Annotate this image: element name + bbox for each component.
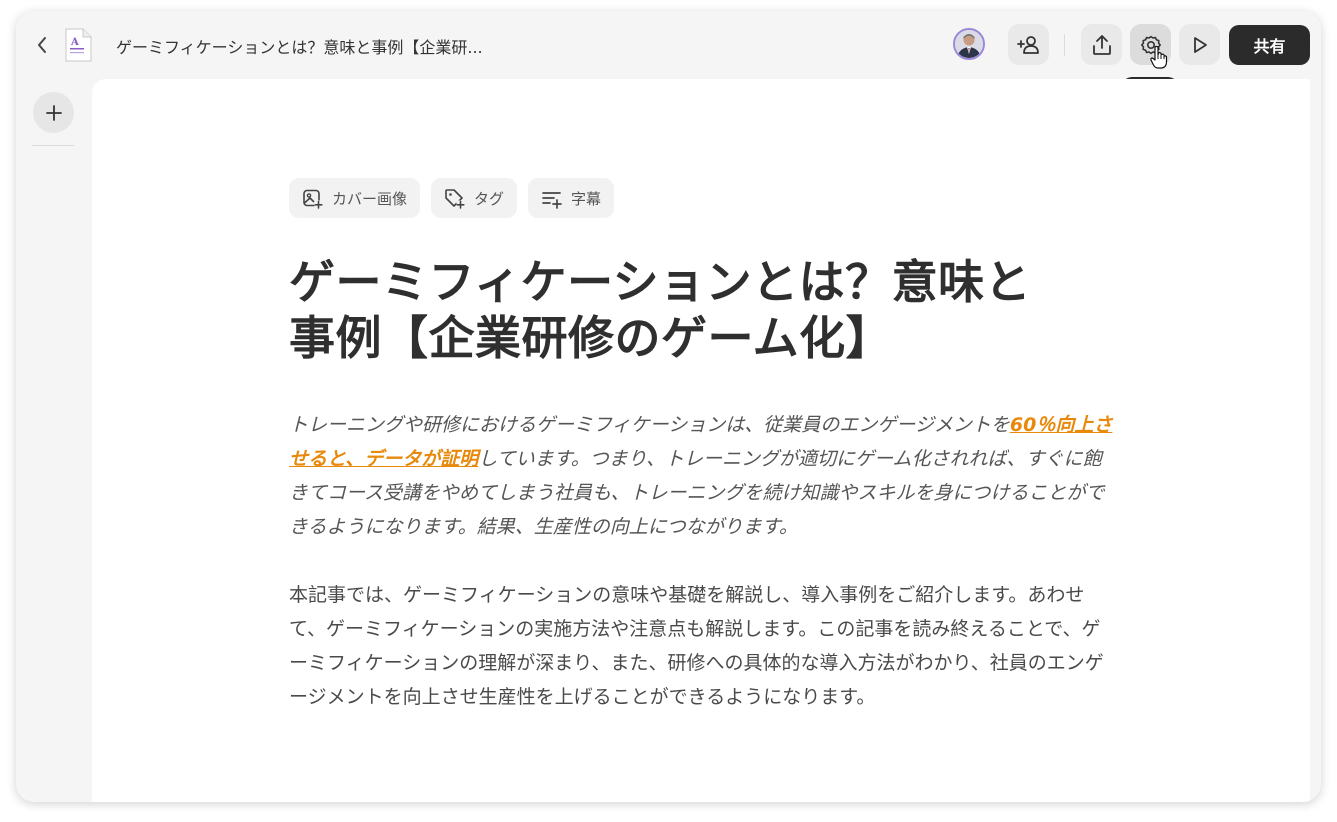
article-title-line-1: ゲーミフィケーションとは？意味と xyxy=(289,255,1032,309)
article-title[interactable]: ゲーミフィケーションとは？意味と 事例【企業研修のゲーム化】 xyxy=(289,254,1109,366)
share-button[interactable]: 共有 xyxy=(1229,25,1310,65)
cover-image-chip[interactable]: カバー画像 xyxy=(289,178,421,218)
invite-user-button[interactable] xyxy=(1008,24,1049,65)
intro-text-before: トレーニングや研修におけるゲーミフィケーションは、従業員のエンゲージメントを xyxy=(289,414,1010,436)
plus-icon xyxy=(45,104,62,121)
intro-paragraph[interactable]: トレーニングや研修におけるゲーミフィケーションは、従業員のエンゲージメントを60… xyxy=(289,408,1119,544)
add-user-icon xyxy=(1016,35,1039,54)
upload-icon xyxy=(1092,34,1111,55)
sidebar-divider xyxy=(32,145,74,146)
article-title-line-2: 事例【企業研修のゲーム化】 xyxy=(289,311,893,365)
subtitle-chip[interactable]: 字幕 xyxy=(528,178,615,218)
tag-label: タグ xyxy=(474,189,505,208)
document-title: ゲーミフィケーションとは？意味と事例【企業研... xyxy=(116,38,483,57)
play-icon xyxy=(1193,36,1207,53)
avatar-image xyxy=(955,30,983,58)
add-button[interactable] xyxy=(33,92,74,133)
back-button[interactable] xyxy=(32,33,52,57)
hand-pointer-icon xyxy=(1150,45,1168,69)
document-canvas: カバー画像 タグ 字幕 ゲーミフィケーションとは？意味と 事例【企業研修のゲーム… xyxy=(92,79,1310,802)
present-button[interactable] xyxy=(1179,24,1220,65)
body-paragraph[interactable]: 本記事では、ゲーミフィケーションの意味や基礎を解説し、導入事例をご紹介します。あ… xyxy=(289,578,1119,714)
image-add-icon xyxy=(303,189,323,209)
toolbar-divider xyxy=(1064,34,1065,56)
document-icon: A xyxy=(64,28,92,62)
export-button[interactable] xyxy=(1081,24,1122,65)
cover-image-label: カバー画像 xyxy=(332,189,408,208)
add-metadata-chips: カバー画像 タグ 字幕 xyxy=(289,178,615,218)
top-bar: A ゲーミフィケーションとは？意味と事例【企業研... 共有 xyxy=(16,11,1321,79)
svg-text:A: A xyxy=(70,37,79,48)
chevron-left-icon xyxy=(38,37,46,53)
subtitle-add-icon xyxy=(542,191,562,209)
app-window: A ゲーミフィケーションとは？意味と事例【企業研... 共有 カバー画像 タグ … xyxy=(16,11,1321,802)
tag-chip[interactable]: タグ xyxy=(431,178,518,218)
subtitle-label: 字幕 xyxy=(571,189,602,208)
user-avatar[interactable] xyxy=(953,28,985,60)
tag-add-icon xyxy=(445,188,465,209)
